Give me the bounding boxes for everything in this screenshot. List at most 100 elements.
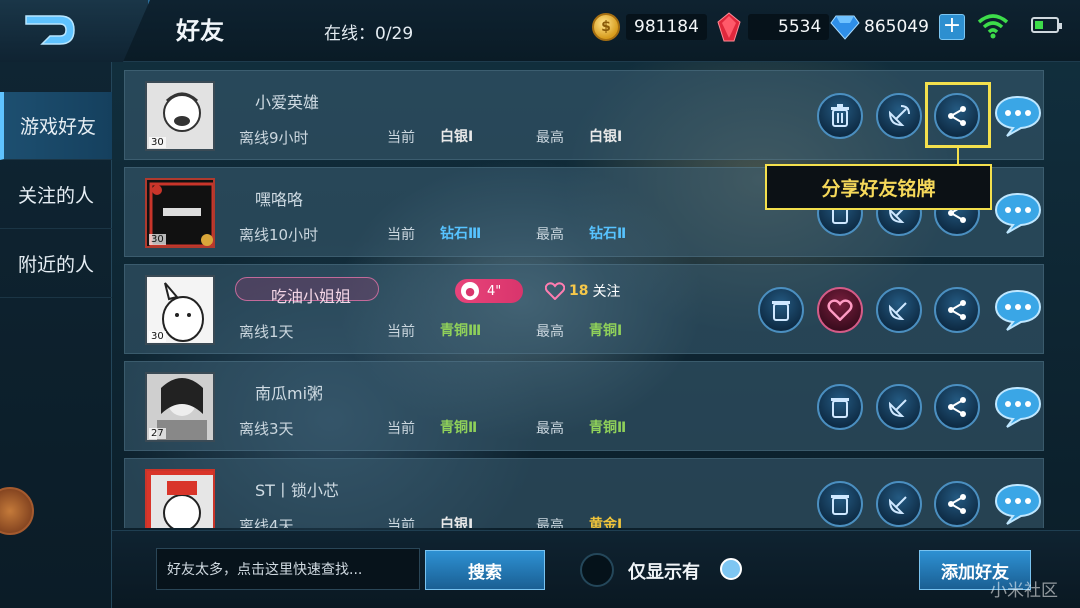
max-rank: 黄金Ⅰ bbox=[589, 517, 623, 528]
chat-icon[interactable] bbox=[993, 191, 1043, 235]
coin-balance: $ 981184 bbox=[592, 12, 707, 42]
current-rank-label: 当前 bbox=[387, 421, 415, 437]
satellite-icon bbox=[888, 302, 907, 321]
sidebar-item-label: 游戏好友 bbox=[19, 116, 96, 138]
friend-status: 离线3天 bbox=[239, 420, 294, 438]
coin-icon: $ bbox=[592, 13, 620, 41]
friend-status: 离线10小时 bbox=[239, 226, 319, 244]
microphone-icon: ● bbox=[461, 282, 479, 300]
online-count: 在线：0/29 bbox=[324, 24, 414, 44]
avatar[interactable] bbox=[145, 469, 215, 528]
friend-name: ST丨锁小芯 bbox=[255, 481, 339, 500]
max-rank: 青铜Ⅱ bbox=[589, 420, 627, 436]
current-rank: 青铜Ⅲ bbox=[440, 323, 482, 339]
share-icon bbox=[948, 397, 966, 417]
sidebar-item-following[interactable]: 关注的人 bbox=[0, 161, 112, 229]
filter-label: 仅显示有 bbox=[628, 562, 700, 583]
chat-icon[interactable] bbox=[993, 94, 1043, 138]
diamond-icon bbox=[830, 15, 860, 40]
list-item: 27 南瓜mi粥 离线3天 当前 青铜Ⅱ 最高 青铜Ⅱ bbox=[124, 361, 1044, 451]
chat-icon[interactable] bbox=[993, 385, 1043, 429]
trash-icon bbox=[831, 398, 849, 418]
like-button[interactable] bbox=[817, 287, 863, 333]
max-rank-label: 最高 bbox=[536, 227, 564, 243]
avatar[interactable]: 30 bbox=[145, 178, 215, 248]
add-diamonds-button[interactable]: + bbox=[938, 14, 965, 40]
sidebar: 游戏好友 关注的人 附近的人 bbox=[0, 62, 112, 608]
chat-icon[interactable] bbox=[993, 288, 1043, 332]
radar-button[interactable] bbox=[876, 384, 922, 430]
voice-duration: 4" bbox=[487, 283, 502, 299]
treasure-chest-icon[interactable] bbox=[0, 487, 34, 535]
satellite-icon bbox=[888, 496, 907, 515]
filter-icon bbox=[720, 558, 742, 580]
follow-count: 18 关注 bbox=[545, 281, 620, 301]
share-icon bbox=[948, 494, 966, 514]
max-rank: 青铜Ⅰ bbox=[589, 323, 623, 339]
gem-balance: 5534 bbox=[716, 12, 830, 42]
list-item: 30 吃油小姐姐 ● 4" 18 关注 离线1天 当前 青铜Ⅲ 最高 青铜Ⅰ bbox=[124, 264, 1044, 354]
max-rank-label: 最高 bbox=[536, 421, 564, 437]
battery-icon bbox=[1031, 17, 1062, 33]
current-rank-label: 当前 bbox=[387, 518, 415, 528]
list-item: 30 小爱英雄 离线9小时 当前 白银Ⅰ 最高 白银Ⅰ bbox=[124, 70, 1044, 160]
current-rank: 白银Ⅰ bbox=[440, 517, 474, 528]
sidebar-item-nearby[interactable]: 附近的人 bbox=[0, 230, 112, 298]
filter-toggle[interactable] bbox=[580, 553, 614, 587]
friend-status: 离线1天 bbox=[239, 323, 294, 341]
watermark: 小米社区 bbox=[990, 581, 1058, 601]
chat-icon[interactable] bbox=[993, 482, 1043, 526]
coin-value: 981184 bbox=[626, 14, 707, 40]
diamond-balance: 865049 + bbox=[830, 12, 965, 42]
diamond-value: 865049 bbox=[864, 17, 929, 37]
gem-value: 5534 bbox=[748, 14, 830, 40]
current-rank-label: 当前 bbox=[387, 130, 415, 146]
level-badge: 30 bbox=[149, 234, 166, 245]
max-rank: 钻石Ⅱ bbox=[589, 226, 627, 242]
wifi-icon bbox=[977, 14, 1009, 39]
sidebar-item-game-friends[interactable]: 游戏好友 bbox=[0, 92, 112, 160]
search-input[interactable]: 好友太多，点击这里快速查找... bbox=[156, 548, 420, 590]
share-button[interactable] bbox=[934, 384, 980, 430]
delete-button[interactable] bbox=[817, 93, 863, 139]
share-highlight bbox=[925, 82, 991, 148]
share-button[interactable] bbox=[934, 287, 980, 333]
radar-button[interactable] bbox=[876, 481, 922, 527]
trash-icon bbox=[772, 301, 790, 321]
top-bar: 好友 在线：0/29 $ 981184 5534 865049 + bbox=[0, 0, 1080, 62]
satellite-icon bbox=[888, 399, 907, 418]
friend-name: 嘿咯咯 bbox=[255, 190, 304, 209]
share-icon bbox=[948, 300, 966, 320]
current-rank: 白银Ⅰ bbox=[440, 129, 474, 145]
heart-icon bbox=[827, 299, 853, 321]
follow-suffix: 关注 bbox=[592, 284, 621, 300]
back-icon bbox=[25, 15, 75, 45]
share-button[interactable] bbox=[934, 481, 980, 527]
max-rank-label: 最高 bbox=[536, 518, 564, 528]
trash-icon bbox=[831, 495, 849, 515]
sidebar-item-label: 关注的人 bbox=[17, 185, 94, 207]
back-button[interactable] bbox=[0, 0, 150, 62]
search-button[interactable]: 搜索 bbox=[425, 550, 545, 590]
delete-button[interactable] bbox=[817, 384, 863, 430]
delete-button[interactable] bbox=[758, 287, 804, 333]
friend-status: 离线9小时 bbox=[239, 129, 309, 147]
radar-button[interactable] bbox=[876, 93, 922, 139]
avatar[interactable]: 30 bbox=[145, 275, 215, 345]
max-rank-label: 最高 bbox=[536, 324, 564, 340]
avatar[interactable]: 27 bbox=[145, 372, 215, 442]
current-rank-label: 当前 bbox=[387, 324, 415, 340]
current-rank: 钻石Ⅲ bbox=[440, 226, 482, 242]
friend-list: 30 小爱英雄 离线9小时 当前 白银Ⅰ 最高 白银Ⅰ 30 嘿咯咯 离线10小… bbox=[124, 68, 1044, 528]
gem-icon bbox=[717, 12, 741, 42]
max-rank-label: 最高 bbox=[536, 130, 564, 146]
current-rank: 青铜Ⅱ bbox=[440, 420, 478, 436]
current-rank-label: 当前 bbox=[387, 227, 415, 243]
radar-button[interactable] bbox=[876, 287, 922, 333]
avatar-image bbox=[147, 471, 213, 528]
delete-button[interactable] bbox=[817, 481, 863, 527]
friend-name: 南瓜mi粥 bbox=[255, 384, 324, 403]
avatar[interactable]: 30 bbox=[145, 81, 215, 151]
voice-message-tag[interactable]: ● 4" bbox=[455, 279, 523, 303]
trash-icon bbox=[831, 104, 849, 127]
